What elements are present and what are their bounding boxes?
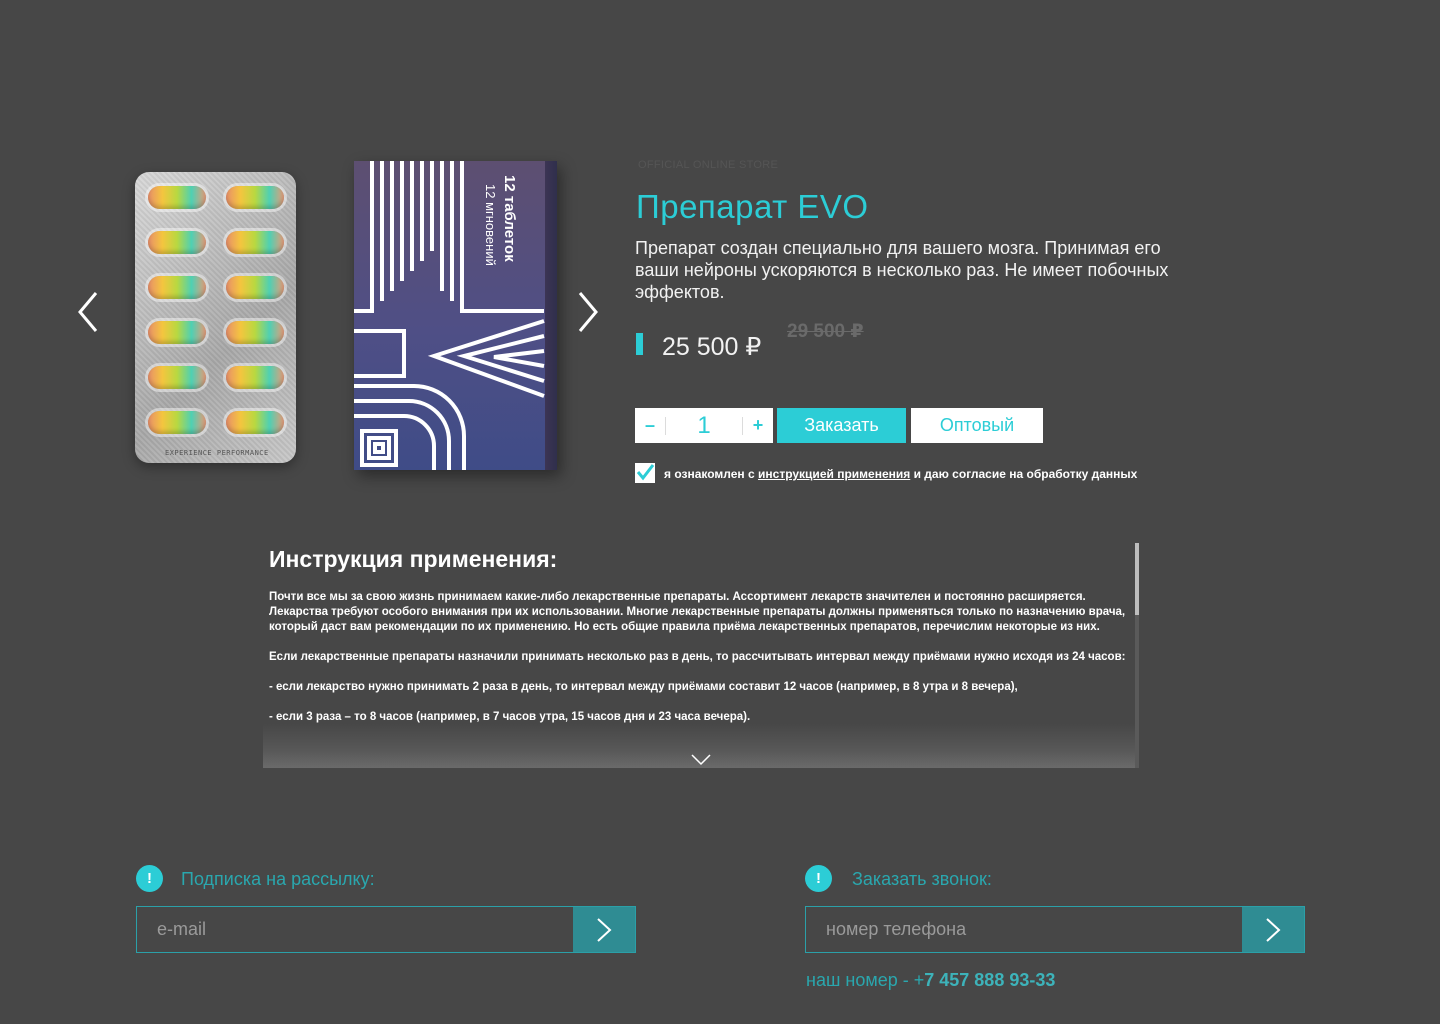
prev-slide-button[interactable]	[74, 290, 104, 334]
product-box-image	[354, 161, 557, 470]
chevron-right-icon	[597, 917, 612, 942]
next-slide-button[interactable]	[572, 290, 602, 334]
box-label-sub: 12 мгновений	[483, 184, 498, 266]
blister-pack-image: EXPERIENCE PERFORMANCE	[135, 172, 296, 463]
subscribe-label: Подписка на рассылку:	[181, 869, 375, 889]
instruction-paragraph: Если лекарственные препараты назначили п…	[269, 651, 1126, 663]
wholesale-button[interactable]: Оптовый	[911, 408, 1043, 443]
instruction-paragraph: Почти все мы за свою жизнь принимаем как…	[269, 591, 1126, 633]
info-icon: !	[805, 865, 832, 892]
instruction-paragraph: - если лекарство нужно принимать 2 раза …	[269, 681, 1018, 693]
quantity-input[interactable]	[666, 407, 742, 444]
quantity-stepper: – +	[635, 407, 773, 444]
instruction-panel[interactable]: Инструкция применения: Почти все мы за с…	[263, 543, 1139, 768]
instruction-title: Инструкция применения:	[269, 546, 558, 572]
product-title: Препарат EVO	[636, 188, 869, 225]
chevron-left-icon	[78, 292, 98, 332]
chevron-right-icon	[578, 292, 598, 332]
decrease-quantity-button[interactable]: –	[635, 408, 665, 443]
chevron-down-icon[interactable]	[691, 754, 711, 766]
price-marker	[636, 333, 643, 355]
order-button[interactable]: Заказать	[777, 408, 906, 443]
old-price: 29 500 ₽	[787, 321, 864, 342]
instruction-text: Почти все мы за свою жизнь принимаем как…	[269, 590, 1127, 740]
company-phone: наш номер - +7 457 888 93-33	[806, 970, 1056, 990]
scrollbar-thumb[interactable]	[1135, 543, 1139, 615]
consent-text: я ознакомлен с инструкцией применения и …	[664, 467, 1138, 481]
subscribe-submit-button[interactable]	[573, 907, 635, 952]
instruction-paragraph: - если 3 раза – то 8 часов (например, в …	[269, 711, 751, 723]
info-icon: !	[136, 865, 163, 892]
phone-number[interactable]: 7 457 888 93-33	[924, 970, 1055, 990]
store-label: OFFICIAL ONLINE STORE	[638, 159, 779, 171]
callback-submit-button[interactable]	[1242, 907, 1304, 952]
current-price: 25 500 ₽	[662, 333, 762, 361]
increase-quantity-button[interactable]: +	[743, 408, 773, 443]
chevron-right-icon	[1266, 917, 1281, 942]
box-label-main: 12 таблеток	[501, 175, 518, 262]
phone-field[interactable]	[806, 907, 1242, 952]
consent-checkbox[interactable]	[635, 463, 655, 483]
callback-label: Заказать звонок:	[852, 869, 992, 889]
subscribe-form	[136, 906, 636, 953]
product-description: Препарат создан специально для вашего мо…	[635, 238, 1169, 302]
email-field[interactable]	[137, 907, 573, 952]
instruction-link[interactable]: инструкцией применения	[758, 467, 910, 481]
callback-form	[805, 906, 1305, 953]
instruction-scrollbar[interactable]	[1135, 543, 1139, 768]
blister-text: EXPERIENCE PERFORMANCE	[165, 449, 269, 457]
checkmark-icon	[636, 464, 655, 481]
